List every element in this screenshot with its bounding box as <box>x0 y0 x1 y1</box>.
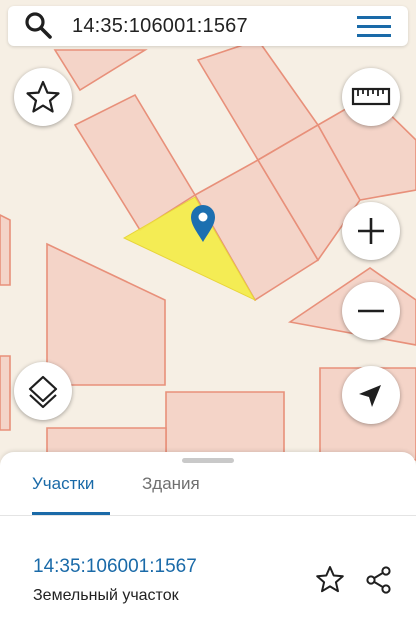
parcel <box>0 355 11 431</box>
tab-parcels[interactable]: Участки <box>32 474 94 494</box>
tab-buildings[interactable]: Здания <box>142 474 200 494</box>
locate-button[interactable] <box>342 366 400 424</box>
share-icon[interactable] <box>362 564 394 596</box>
search-input[interactable]: 14:35:106001:1567 <box>72 15 248 38</box>
zoom-in-button[interactable] <box>342 202 400 260</box>
star-outline-icon[interactable] <box>314 564 346 596</box>
star-outline-icon <box>26 80 60 113</box>
ruler-button[interactable] <box>342 68 400 126</box>
plus-icon <box>358 218 384 244</box>
search-icon[interactable] <box>22 9 56 43</box>
sheet-drag-handle[interactable] <box>182 458 234 463</box>
layers-button[interactable] <box>14 362 72 420</box>
parcel <box>0 214 11 286</box>
search-bar[interactable]: 14:35:106001:1567 <box>8 6 408 46</box>
minus-icon <box>358 309 384 313</box>
bottom-sheet[interactable]: Участки Здания 14:35:106001:1567 Земельн… <box>0 452 416 640</box>
parcel-type-label: Земельный участок <box>33 587 179 604</box>
zoom-out-button[interactable] <box>342 282 400 340</box>
favorite-map-button[interactable] <box>14 68 72 126</box>
navigation-arrow-icon <box>359 385 381 407</box>
parcel <box>165 391 285 461</box>
divider <box>0 515 416 516</box>
ruler-icon <box>351 87 391 106</box>
cadastral-number[interactable]: 14:35:106001:1567 <box>33 556 197 578</box>
layers-icon <box>28 375 58 409</box>
hamburger-menu-icon[interactable] <box>357 11 391 41</box>
